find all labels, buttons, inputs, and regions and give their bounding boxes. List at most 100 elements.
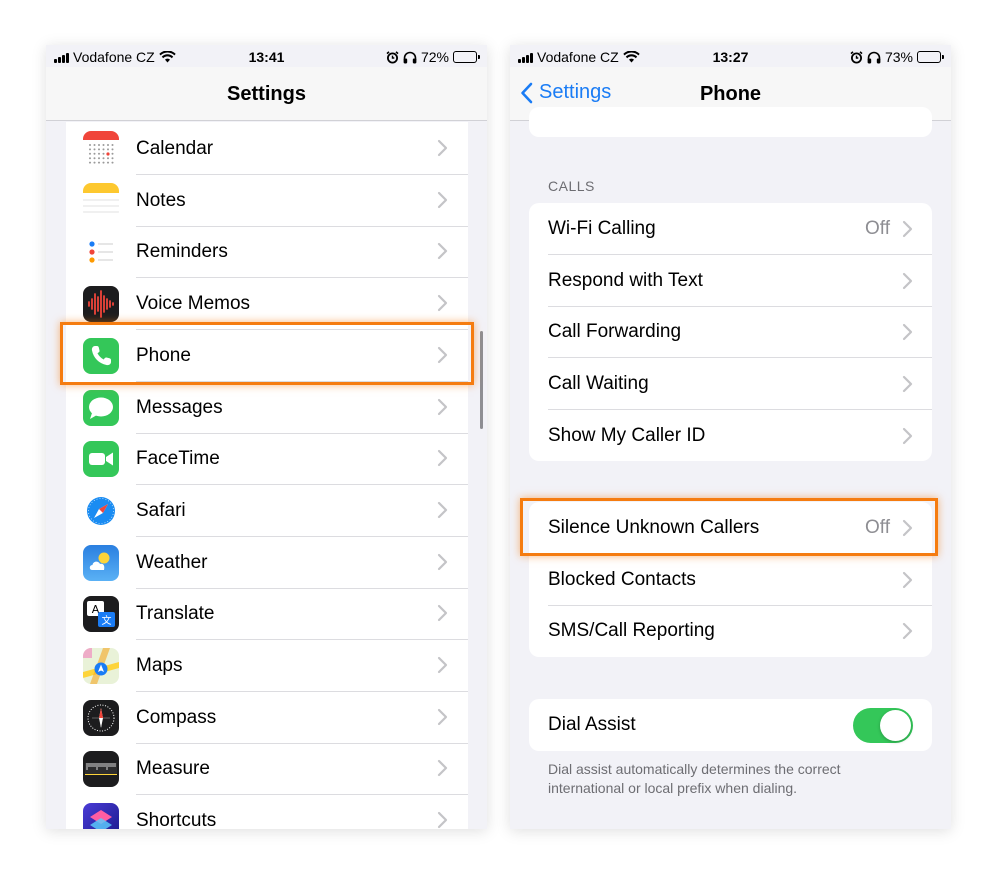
svg-text:文: 文 [102,614,112,627]
page-title: Settings [227,83,306,105]
dial-assist-label: Dial Assist [548,714,636,735]
chevron-right-icon [436,604,448,622]
settings-row-label: Shortcuts [136,810,217,829]
row-label: Blocked Contacts [548,568,696,590]
notes-icon [83,182,119,219]
settings-row-shortcuts[interactable]: Shortcuts [66,795,468,829]
row-label: Silence Unknown Callers [548,517,760,538]
calls-group: Wi-Fi Calling Off Respond with Text Call Fo… [529,203,932,461]
messages-icon [83,389,119,426]
settings-row-measure[interactable]: Measure [66,743,468,796]
alarm-icon [850,50,863,63]
chevron-right-icon [436,449,448,467]
chevron-right-icon [436,553,448,571]
blocking-row-blocked-contacts[interactable]: Blocked Contacts [529,554,932,606]
settings-row-notes[interactable]: Notes [66,175,468,227]
row-label: Call Forwarding [548,321,682,343]
reminders-icon [83,234,119,271]
settings-row-phone[interactable]: Phone [66,330,468,382]
settings-row-label: Notes [136,189,186,211]
dial-assist-row: Dial Assist [529,699,932,751]
status-bar: Vodafone CZ 13:27 73% [510,45,951,67]
chevron-right-icon [901,571,913,589]
row-label: SMS/Call Reporting [548,620,715,642]
row-label: Call Waiting [548,373,649,395]
blocking-row-sms-call-reporting[interactable]: SMS/Call Reporting [529,605,932,657]
scroll-indicator[interactable] [480,331,483,429]
calls-row-call-forwarding[interactable]: Call Forwarding [529,306,932,359]
row-value: Off [865,218,890,239]
dial-assist-toggle[interactable] [853,708,913,743]
settings-row-label: Voice Memos [136,293,251,315]
settings-row-translate[interactable]: A 文 Translate [66,588,468,641]
previous-group-bottom [529,107,932,137]
status-bar: Vodafone CZ 13:41 72% [46,45,487,67]
settings-row-reminders[interactable]: Reminders [66,226,468,279]
facetime-icon [83,441,119,478]
settings-row-compass[interactable]: Compass [66,692,468,744]
settings-row-label: Reminders [136,241,228,263]
chevron-right-icon [436,501,448,519]
settings-row-label: Calendar [136,138,214,159]
dial-assist-group: Dial Assist [529,699,932,751]
chevron-right-icon [436,191,448,209]
battery-icon [917,51,944,63]
battery-percent: 73% [884,49,913,65]
chevron-right-icon [436,656,448,674]
settings-row-maps[interactable]: Maps [66,640,468,692]
settings-row-messages[interactable]: Messages [66,382,468,434]
settings-row-facetime[interactable]: FaceTime [66,433,468,486]
page-title: Phone [699,83,762,105]
calls-row-wi-fi-calling[interactable]: Wi-Fi Calling Off [529,203,932,255]
compass-icon [83,699,119,736]
settings-list: Calendar Notes Reminders Voice Memos Phone Me… [66,122,468,829]
settings-row-label: Translate [136,603,215,625]
maps-icon [83,648,119,684]
row-value: Off [865,517,890,538]
settings-row-label: Compass [136,706,217,728]
settings-row-label: Messages [136,396,223,418]
phone-icon [83,337,119,374]
calls-section-header: CALLS [548,178,595,194]
call-blocking-group: Silence Unknown Callers Off Blocked Contac… [529,502,932,657]
calls-row-call-waiting[interactable]: Call Waiting [529,358,932,411]
chevron-right-icon [436,708,448,726]
settings-row-weather[interactable]: Weather [66,537,468,589]
chevron-right-icon [436,242,448,260]
settings-row-voice-memos[interactable]: Voice Memos [66,278,468,331]
headphones-icon [403,51,417,63]
phone-settings-screen: Vodafone CZ 13:27 73% Settings Phone CAL… [510,45,951,829]
row-label: Wi-Fi Calling [548,218,656,239]
alarm-icon [386,50,399,63]
battery-percent: 72% [420,49,449,65]
chevron-right-icon [901,323,913,341]
chevron-right-icon [901,622,913,640]
settings-row-label: Weather [136,551,208,573]
row-label: Respond with Text [548,269,703,291]
settings-screen: Vodafone CZ 13:41 72% Settings Calendar N… [46,45,487,829]
safari-icon [83,492,119,529]
settings-row-label: Safari [136,499,186,521]
headphones-icon [867,51,881,63]
voice-memos-icon [83,286,119,323]
row-label: Show My Caller ID [548,424,706,446]
chevron-right-icon [901,519,913,537]
chevron-right-icon [901,220,913,238]
chevron-right-icon [436,139,448,157]
calls-row-respond-with-text[interactable]: Respond with Text [529,255,932,307]
chevron-right-icon [436,294,448,312]
settings-row-label: Measure [136,758,210,780]
chevron-right-icon [901,375,913,393]
settings-row-safari[interactable]: Safari [66,485,468,537]
dial-assist-description: Dial assist automatically determines the… [548,761,841,796]
calls-row-show-my-caller-id[interactable]: Show My Caller ID [529,410,932,461]
measure-icon [83,751,119,788]
shortcuts-icon [83,803,119,829]
battery-icon [453,51,480,63]
chevron-right-icon [436,811,448,829]
blocking-row-silence-unknown-callers[interactable]: Silence Unknown Callers Off [529,502,932,554]
chevron-right-icon [436,346,448,364]
settings-row-label: FaceTime [136,448,220,470]
settings-row-calendar[interactable]: Calendar [66,123,468,175]
navigation-bar: Settings [46,67,487,121]
